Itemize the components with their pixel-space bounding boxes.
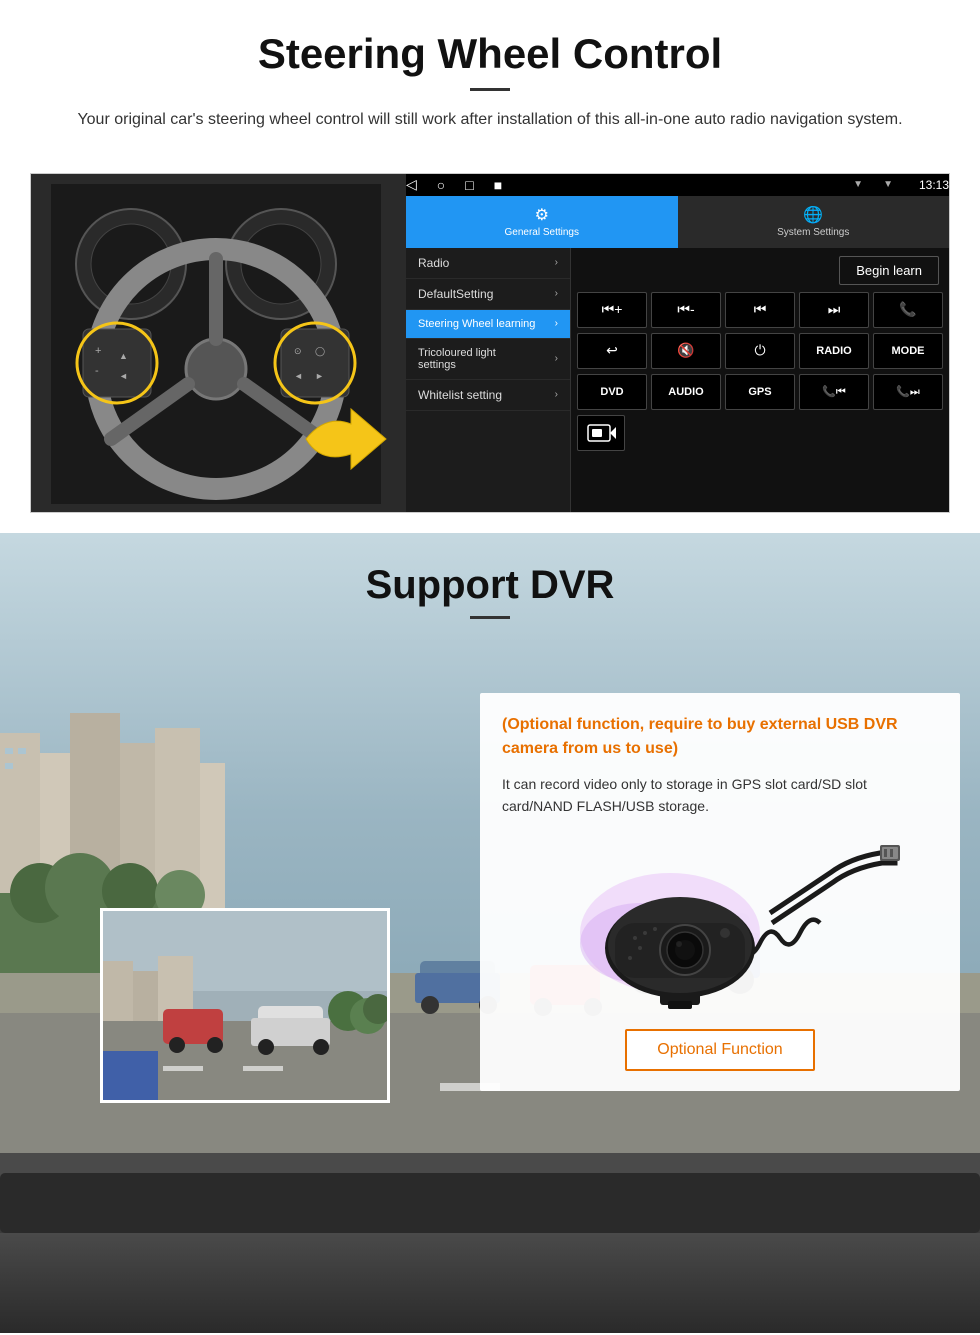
svg-text:◄: ◄ — [294, 371, 303, 381]
dvr-section: Support DVR — [0, 533, 980, 1333]
audio-button[interactable]: AUDIO — [651, 374, 721, 410]
menu-radio-label: Radio — [418, 256, 449, 270]
chevron-icon: › — [555, 389, 558, 400]
chevron-icon: › — [555, 318, 558, 329]
steering-demo: + - ▲ ◄ ⊙ ◯ ◄ ► ◁ ○ □ ■ ▼ ▼ — [30, 173, 950, 513]
car-interior-strip — [0, 1233, 980, 1333]
page-title: Steering Wheel Control — [60, 30, 920, 78]
status-wifi: ▼ — [883, 179, 893, 190]
status-battery: ▼ — [853, 179, 863, 190]
android-tabs: ⚙ General Settings 🌐 System Settings — [406, 196, 949, 248]
svg-text:◯: ◯ — [315, 346, 325, 357]
gps-button[interactable]: GPS — [725, 374, 795, 410]
android-panel: ◁ ○ □ ■ ▼ ▼ 13:13 ⚙ General Settings 🌐 S… — [406, 174, 949, 513]
begin-learn-button[interactable]: Begin learn — [839, 256, 939, 285]
nav-home-icon[interactable]: ○ — [437, 177, 445, 193]
svg-text:▲: ▲ — [119, 351, 128, 361]
tab-general-settings[interactable]: ⚙ General Settings — [406, 196, 678, 248]
nav-menu-icon[interactable]: ■ — [494, 177, 502, 193]
begin-learn-row: Begin learn — [577, 254, 943, 287]
android-content: Radio › DefaultSetting › Steering Wheel … — [406, 248, 949, 513]
nav-back-icon[interactable]: ◁ — [406, 176, 417, 193]
control-buttons-row-1: ⏮+ ⏮- ⏮ ⏭ 📞 — [577, 292, 943, 328]
desc-text: It can record video only to storage in G… — [502, 773, 938, 818]
status-time: 13:13 — [919, 178, 949, 192]
dvr-thumbnail — [100, 908, 390, 1103]
optional-function-button[interactable]: Optional Function — [625, 1029, 814, 1071]
mode-button[interactable]: MODE — [873, 333, 943, 369]
tab-system-label: System Settings — [777, 227, 849, 238]
nav-recent-icon[interactable]: □ — [465, 177, 473, 193]
radio-button[interactable]: RADIO — [799, 333, 869, 369]
vol-up-button[interactable]: ⏮+ — [577, 292, 647, 328]
gear-icon: ⚙ — [535, 205, 549, 225]
menu-whitelist-label: Whitelist setting — [418, 388, 502, 402]
menu-radio[interactable]: Radio › — [406, 248, 570, 279]
dvr-title-divider — [470, 616, 510, 619]
phone-button[interactable]: 📞 — [873, 292, 943, 328]
optional-text: (Optional function, require to buy exter… — [502, 713, 938, 761]
hangup-button[interactable]: ↩ — [577, 333, 647, 369]
header-subtitle: Your original car's steering wheel contr… — [60, 107, 920, 133]
android-nav: ◁ ○ □ ■ ▼ ▼ 13:13 — [406, 174, 949, 196]
chevron-icon: › — [555, 257, 558, 268]
control-panel: Begin learn ⏮+ ⏮- ⏮ ⏭ 📞 ↩ 🔇 ⏻ RADIO MODE — [571, 248, 949, 513]
chevron-icon: › — [555, 288, 558, 299]
svg-text:+: + — [95, 345, 101, 357]
menu-tricoloured-label: Tricoloured lightsettings — [418, 347, 496, 371]
menu-whitelist[interactable]: Whitelist setting › — [406, 380, 570, 411]
dvr-title: Support DVR — [0, 563, 980, 608]
title-divider — [470, 88, 510, 91]
mute-button[interactable]: 🔇 — [651, 333, 721, 369]
menu-steering-wheel[interactable]: Steering Wheel learning › — [406, 310, 570, 339]
globe-icon: 🌐 — [803, 205, 823, 225]
menu-steering-label: Steering Wheel learning — [418, 318, 535, 330]
dvr-button[interactable] — [577, 415, 625, 451]
control-buttons-row-3: DVD AUDIO GPS 📞⏮ 📞⏭ — [577, 374, 943, 410]
menu-defaultsetting-label: DefaultSetting — [418, 287, 493, 301]
dvr-background: Support DVR — [0, 533, 980, 1233]
power-button[interactable]: ⏻ — [725, 333, 795, 369]
steering-image: + - ▲ ◄ ⊙ ◯ ◄ ► — [31, 174, 406, 513]
dvr-title-area: Support DVR — [0, 533, 980, 629]
chevron-icon: › — [555, 353, 558, 364]
dashboard-interior — [0, 1233, 980, 1333]
menu-defaultsetting[interactable]: DefaultSetting › — [406, 279, 570, 310]
menu-panel: Radio › DefaultSetting › Steering Wheel … — [406, 248, 571, 513]
svg-text:◄: ◄ — [119, 371, 128, 381]
dvd-button[interactable]: DVD — [577, 374, 647, 410]
svg-text:⊙: ⊙ — [294, 346, 302, 356]
next-button[interactable]: ⏭ — [799, 292, 869, 328]
prev-button[interactable]: ⏮ — [725, 292, 795, 328]
tab-general-label: General Settings — [505, 227, 580, 238]
svg-text:►: ► — [315, 371, 324, 381]
dvr-camera-image — [502, 833, 938, 1013]
vol-down-button[interactable]: ⏮- — [651, 292, 721, 328]
phone-prev-button[interactable]: 📞⏮ — [799, 374, 869, 410]
control-buttons-row-2: ↩ 🔇 ⏻ RADIO MODE — [577, 333, 943, 369]
header-section: Steering Wheel Control Your original car… — [0, 0, 980, 153]
dvr-icon-row — [577, 415, 943, 451]
svg-text:-: - — [95, 365, 99, 377]
tab-system-settings[interactable]: 🌐 System Settings — [678, 196, 950, 248]
menu-tricoloured[interactable]: Tricoloured lightsettings › — [406, 339, 570, 380]
phone-next-button[interactable]: 📞⏭ — [873, 374, 943, 410]
info-card: (Optional function, require to buy exter… — [480, 693, 960, 1092]
